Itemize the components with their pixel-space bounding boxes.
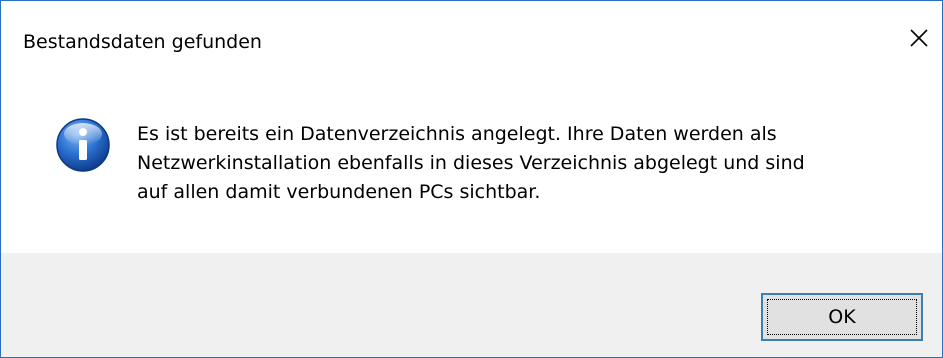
message-line: auf allen damit verbundenen PCs sichtbar…	[137, 181, 541, 203]
close-button[interactable]	[896, 15, 942, 61]
info-icon	[56, 118, 110, 172]
title-bar[interactable]: Bestandsdaten gefunden	[1, 1, 942, 87]
close-icon	[910, 29, 928, 47]
button-bar: OK	[1, 253, 942, 357]
message-line: Es ist bereits ein Datenverzeichnis ange…	[137, 123, 777, 145]
message-text: Es ist bereits ein Datenverzeichnis ange…	[137, 120, 917, 207]
dialog-content: Es ist bereits ein Datenverzeichnis ange…	[1, 87, 942, 253]
ok-button[interactable]: OK	[761, 293, 923, 341]
window-title: Bestandsdaten gefunden	[23, 31, 262, 53]
ok-button-label: OK	[828, 306, 856, 328]
message-line: Netzwerkinstallation ebenfalls in dieses…	[137, 152, 805, 174]
message-dialog: Bestandsdaten gefunden Es ist bereits ei…	[0, 0, 943, 358]
